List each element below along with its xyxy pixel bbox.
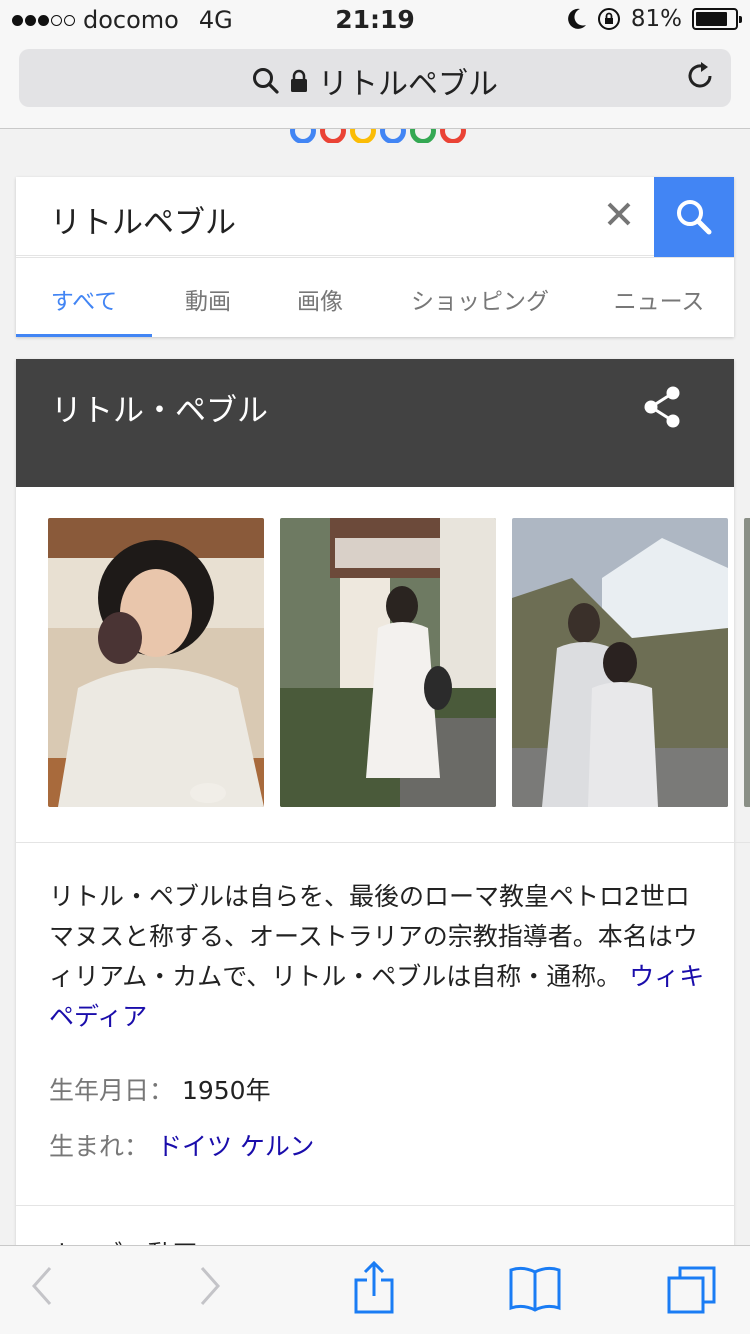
section-divider bbox=[16, 1205, 734, 1206]
back-icon[interactable] bbox=[30, 1264, 54, 1308]
knowledge-panel-header: リトル・ペブル bbox=[16, 359, 734, 487]
address-bar-area: リトルペブル bbox=[0, 40, 750, 129]
share-sheet-icon[interactable] bbox=[352, 1260, 396, 1316]
fact-label: 生年月日： bbox=[49, 1076, 175, 1105]
fact-label: 生まれ： bbox=[49, 1132, 150, 1161]
address-bar[interactable]: リトルペブル bbox=[19, 49, 731, 107]
search-icon bbox=[253, 68, 279, 94]
forward-icon[interactable] bbox=[198, 1264, 222, 1308]
battery-percent: 81% bbox=[630, 6, 682, 32]
fact-value: 1950年 bbox=[181, 1076, 271, 1105]
birthplace-link[interactable]: ドイツ ケルン bbox=[157, 1132, 314, 1161]
search-tabs: すべて 動画 画像 ショッピング ニュース bbox=[16, 257, 734, 337]
tab-images[interactable]: 画像 bbox=[264, 258, 376, 337]
address-title: リトルペブル bbox=[318, 67, 498, 102]
fact-birthplace: 生まれ： ドイツ ケルン bbox=[49, 1127, 314, 1163]
tabs-icon[interactable] bbox=[666, 1264, 718, 1316]
search-input[interactable]: リトルペブル bbox=[16, 177, 654, 256]
reload-icon[interactable] bbox=[685, 61, 715, 91]
address-display: リトルペブル bbox=[19, 59, 731, 103]
google-logo bbox=[290, 129, 470, 143]
image-thumbnail[interactable] bbox=[280, 518, 496, 807]
search-query: リトルペブル bbox=[50, 205, 236, 241]
moon-icon bbox=[568, 8, 586, 29]
orientation-lock-icon bbox=[597, 8, 620, 30]
lock-icon bbox=[291, 69, 307, 92]
browser-toolbar bbox=[0, 1245, 750, 1334]
description-text: リトル・ペブルは自らを、最後のローマ教皇ペトロ2世ロマヌスと称する、オーストラリ… bbox=[49, 882, 698, 991]
image-carousel[interactable] bbox=[16, 487, 750, 843]
bookmarks-icon[interactable] bbox=[508, 1264, 562, 1312]
tab-shopping[interactable]: ショッピング bbox=[376, 258, 584, 337]
image-thumbnail[interactable] bbox=[512, 518, 728, 807]
knowledge-panel: リトル・ペブル リトル・ペブルは自らを、最後のローマ教皇ペトロ2世ロマヌスと称す… bbox=[16, 359, 750, 1259]
battery-icon bbox=[692, 8, 742, 30]
status-right: 81% bbox=[567, 6, 742, 32]
status-bar: docomo 4G 21:19 81% bbox=[0, 0, 750, 40]
search-button[interactable] bbox=[654, 177, 734, 257]
tab-videos[interactable]: 動画 bbox=[152, 258, 264, 337]
search-card: リトルペブル すべて 動画 画像 ショッピング ニュース bbox=[16, 177, 734, 337]
image-thumbnail[interactable] bbox=[48, 518, 264, 807]
description: リトル・ペブルは自らを、最後のローマ教皇ペトロ2世ロマヌスと称する、オーストラリ… bbox=[49, 877, 709, 1037]
tab-all[interactable]: すべて bbox=[16, 258, 152, 337]
search-icon bbox=[677, 200, 712, 235]
knowledge-panel-title: リトル・ペブル bbox=[51, 393, 268, 429]
image-thumbnail[interactable] bbox=[744, 518, 750, 807]
tab-news[interactable]: ニュース bbox=[584, 258, 734, 337]
clear-icon[interactable] bbox=[606, 201, 632, 227]
share-icon[interactable] bbox=[642, 385, 682, 429]
fact-birth-date: 生年月日： 1950年 bbox=[49, 1071, 271, 1107]
